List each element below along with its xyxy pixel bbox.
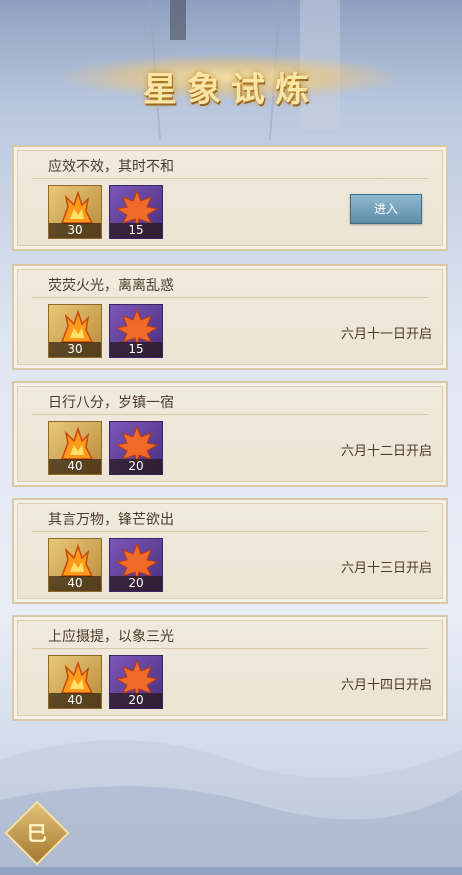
enter-button[interactable]: 进入	[350, 194, 422, 224]
back-diamond-icon: 巳	[26, 821, 47, 845]
maple-leaf-icon	[115, 308, 159, 346]
reward-item-purple[interactable]: 20	[109, 538, 163, 592]
trial-card: 日行八分，岁镇一宿 40 20 六月十二日开启	[12, 381, 448, 487]
divider	[32, 648, 428, 649]
divider	[32, 531, 428, 532]
reward-item-gold[interactable]: 40	[48, 538, 102, 592]
trial-card: 上应摄提，以象三光 40 20 六月十四日开启	[12, 615, 448, 721]
reward-count: 20	[110, 459, 162, 474]
back-diamond-button[interactable]: 巳	[4, 800, 70, 866]
flame-crystal-icon	[60, 660, 94, 694]
flame-crystal-icon	[60, 426, 94, 460]
maple-leaf-icon	[115, 542, 159, 580]
reward-item-gold[interactable]: 30	[48, 304, 102, 358]
flame-crystal-icon	[60, 190, 94, 224]
trial-title: 上应摄提，以象三光	[48, 629, 174, 645]
reward-count: 30	[49, 223, 101, 238]
flame-crystal-icon	[60, 309, 94, 343]
trial-title: 荧荧火光，离离乱惑	[48, 278, 174, 294]
reward-count: 40	[49, 576, 101, 591]
reward-item-purple[interactable]: 20	[109, 655, 163, 709]
reward-item-gold[interactable]: 40	[48, 421, 102, 475]
open-date-label: 六月十四日开启	[340, 678, 432, 693]
reward-count: 15	[110, 223, 162, 238]
reward-count: 20	[110, 576, 162, 591]
maple-leaf-icon	[115, 189, 159, 227]
trial-card: 其言万物，锋芒欲出 40 20 六月十三日开启	[12, 498, 448, 604]
reward-count: 40	[49, 693, 101, 708]
reward-item-gold[interactable]: 40	[48, 655, 102, 709]
maple-leaf-icon	[115, 425, 159, 463]
divider	[32, 297, 428, 298]
trial-title: 日行八分，岁镇一宿	[48, 395, 174, 411]
trial-card: 荧荧火光，离离乱惑 30 15 六月十一日开启	[12, 264, 448, 370]
trial-card: 应效不效，其时不和 30 15 进入	[12, 145, 448, 251]
flame-crystal-icon	[60, 543, 94, 577]
maple-leaf-icon	[115, 659, 159, 697]
reward-item-purple[interactable]: 15	[109, 304, 163, 358]
page-title: 星象试炼	[143, 70, 319, 110]
open-date-label: 六月十三日开启	[340, 561, 432, 576]
reward-item-purple[interactable]: 15	[109, 185, 163, 239]
reward-count: 30	[49, 342, 101, 357]
divider	[32, 414, 428, 415]
reward-item-purple[interactable]: 20	[109, 421, 163, 475]
divider	[32, 178, 428, 179]
reward-item-gold[interactable]: 30	[48, 185, 102, 239]
reward-count: 20	[110, 693, 162, 708]
reward-count: 15	[110, 342, 162, 357]
trial-title: 其言万物，锋芒欲出	[48, 512, 174, 528]
trial-title: 应效不效，其时不和	[48, 159, 174, 175]
reward-count: 40	[49, 459, 101, 474]
open-date-label: 六月十一日开启	[340, 327, 432, 342]
open-date-label: 六月十二日开启	[340, 444, 432, 459]
title-banner: 星象试炼	[0, 40, 462, 120]
